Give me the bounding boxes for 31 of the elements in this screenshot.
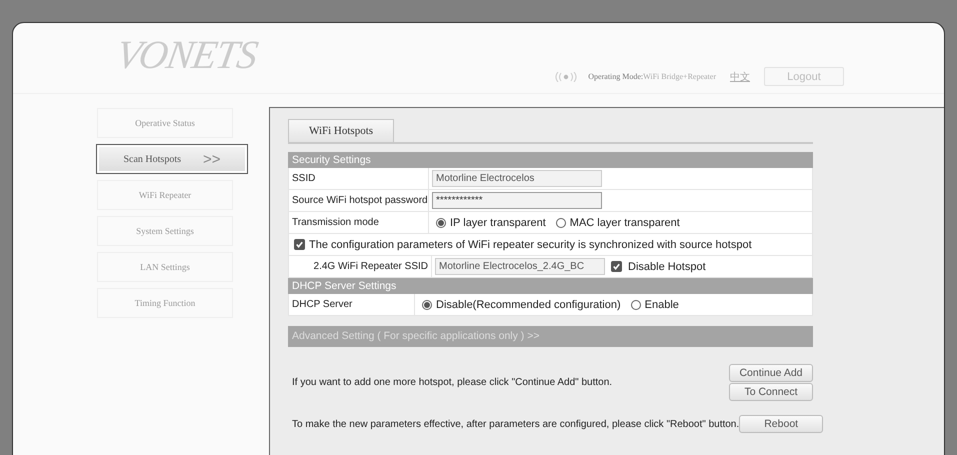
password-field[interactable]: ************ — [432, 192, 602, 209]
field-label: 2.4G WiFi Repeater SSID — [289, 256, 432, 277]
instruction-text: To make the new parameters effective, after parameters are configured, please click "Reboot" button. — [291, 418, 740, 430]
section-header: DHCP Server Settings — [288, 278, 813, 294]
section-header: Security Settings — [288, 152, 813, 168]
radio-button[interactable] — [630, 300, 641, 310]
field-label: Transmission mode — [289, 212, 429, 233]
field-label: DHCP Server — [289, 294, 415, 315]
checkbox-label: Disable Hotspot — [628, 260, 706, 272]
tab[interactable]: WiFi Hotspots — [288, 119, 394, 142]
radio-button[interactable] — [556, 218, 566, 228]
action-button[interactable]: To Connect — [729, 383, 813, 401]
option-label: Enable — [644, 298, 679, 310]
option-label: IP layer transparent — [450, 216, 546, 228]
input-field[interactable]: Motorline Electrocelos_2.4G_BC — [435, 258, 605, 275]
mode-label: Operating Mode: — [588, 72, 644, 81]
action-button[interactable]: Continue Add — [729, 364, 813, 382]
checkbox[interactable] — [294, 239, 305, 250]
sidebar-item[interactable]: Scan Hotspots >> — [96, 144, 248, 174]
instruction-text: If you want to add one more hotspot, please click "Continue Add" button. — [291, 377, 612, 388]
radio-button[interactable] — [436, 218, 446, 228]
field-label: SSID — [289, 168, 429, 189]
field-label: Source WiFi hotspot password — [289, 190, 429, 211]
option-label: MAC layer transparent — [570, 216, 680, 228]
action-button[interactable]: Reboot — [739, 415, 824, 433]
input-field[interactable]: Motorline Electrocelos — [432, 170, 602, 187]
radio-button[interactable] — [422, 300, 432, 310]
checkbox[interactable] — [611, 261, 622, 272]
checkbox-label: The configuration parameters of WiFi repeater security is synchronized with source hotspot — [309, 238, 752, 250]
option-label: Disable(Recommended configuration) — [436, 298, 621, 310]
mode-value: WiFi Bridge+Repeater — [643, 72, 716, 81]
